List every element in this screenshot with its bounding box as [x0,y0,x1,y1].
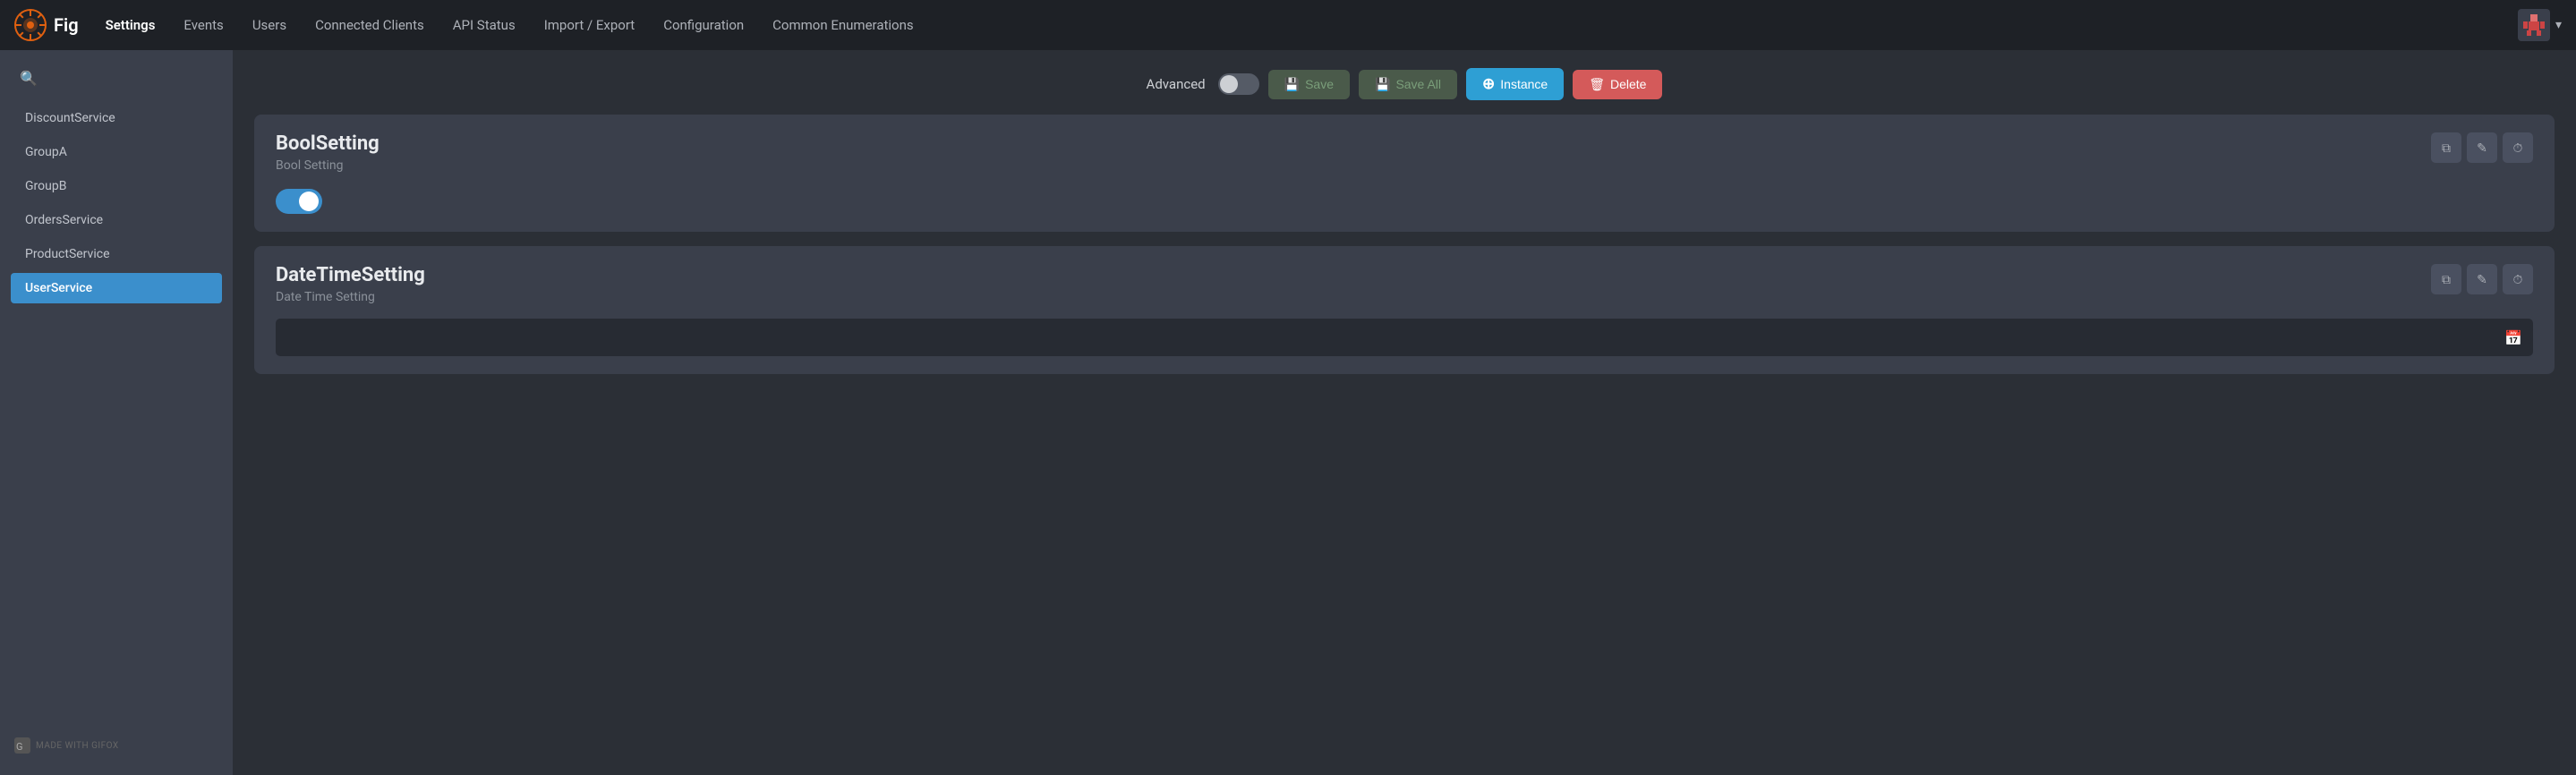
datetime-setting-copy-btn[interactable]: ⧉ [2431,264,2461,294]
advanced-toggle[interactable] [1218,73,1259,95]
bool-setting-edit-btn[interactable]: ✎ [2467,132,2497,163]
save-all-icon: 💾 [1375,77,1390,92]
app-layout: 🔍 DiscountService GroupA GroupB OrdersSe… [0,50,2576,775]
main-content: Advanced 💾 Save 💾 Save All ⊕ Instance 🗑 [233,50,2576,775]
copy-icon: ⧉ [2442,141,2451,156]
nav-item-users[interactable]: Users [240,10,299,40]
datetime-setting-card: DateTimeSetting Date Time Setting ⧉ ✎ ⏱ [254,246,2555,374]
sidebar-item-ordersservice[interactable]: OrdersService [11,205,222,235]
bool-setting-title: BoolSetting [276,132,380,155]
history-icon: ⏱ [2513,141,2523,156]
nav-item-common-enumerations[interactable]: Common Enumerations [760,10,925,40]
sidebar-item-discountservice[interactable]: DiscountService [11,103,222,133]
datetime-setting-title: DateTimeSetting [276,264,425,286]
nav-item-configuration[interactable]: Configuration [651,10,756,40]
delete-label: Delete [1610,77,1646,91]
instance-button[interactable]: ⊕ Instance [1466,68,1564,100]
edit-icon-2: ✎ [2477,272,2487,287]
datetime-setting-edit-btn[interactable]: ✎ [2467,264,2497,294]
bool-value-toggle[interactable] [276,189,322,214]
calendar-icon: 📅 [2504,329,2522,346]
datetime-setting-info: DateTimeSetting Date Time Setting [276,264,425,304]
search-bar[interactable]: 🔍 [11,64,222,92]
bool-setting-subtitle: Bool Setting [276,158,380,173]
save-label: Save [1305,77,1334,91]
logo-text: Fig [54,14,79,36]
sidebar-footer-label: Made with Gifox [36,741,119,751]
instance-label: Instance [1500,77,1548,91]
sidebar-item-groupb[interactable]: GroupB [11,171,222,201]
bool-setting-history-btn[interactable]: ⏱ [2503,132,2533,163]
bool-setting-card: BoolSetting Bool Setting ⧉ ✎ ⏱ [254,115,2555,232]
datetime-setting-subtitle: Date Time Setting [276,290,425,304]
nav-item-settings[interactable]: Settings [93,10,168,40]
sidebar-item-groupa[interactable]: GroupA [11,137,222,167]
sidebar-item-productservice[interactable]: ProductService [11,239,222,269]
avatar[interactable] [2518,9,2550,41]
navbar: Fig Settings Events Users Connected Clie… [0,0,2576,50]
copy-icon-2: ⧉ [2442,272,2451,287]
save-button[interactable]: 💾 Save [1268,70,1350,99]
nav-item-events[interactable]: Events [171,10,235,40]
datetime-setting-card-header: DateTimeSetting Date Time Setting ⧉ ✎ ⏱ [276,264,2533,304]
nav-item-connected-clients[interactable]: Connected Clients [303,10,437,40]
nav-item-api-status[interactable]: API Status [440,10,528,40]
navbar-right: ▾ [2518,9,2562,41]
sidebar: 🔍 DiscountService GroupA GroupB OrdersSe… [0,50,233,775]
svg-text:G: G [16,741,23,753]
bool-setting-info: BoolSetting Bool Setting [276,132,380,173]
nav-item-import-export[interactable]: Import / Export [532,10,648,40]
app-logo[interactable]: Fig [14,9,79,41]
datetime-setting-history-btn[interactable]: ⏱ [2503,264,2533,294]
bool-toggle-knob [299,192,319,211]
delete-icon: 🗑 [1589,77,1605,92]
search-icon: 🔍 [20,70,38,87]
edit-icon: ✎ [2477,141,2487,156]
save-icon: 💾 [1284,77,1300,92]
delete-button[interactable]: 🗑 Delete [1573,70,1662,99]
sidebar-footer: G Made with Gifox [11,730,222,761]
history-icon-2: ⏱ [2513,272,2523,287]
sidebar-item-userservice[interactable]: UserService [11,273,222,303]
save-all-label: Save All [1395,77,1441,91]
avatar-icon [2518,9,2550,41]
instance-plus-icon: ⊕ [1482,75,1495,93]
bool-setting-actions: ⧉ ✎ ⏱ [2431,132,2533,163]
bool-setting-copy-btn[interactable]: ⧉ [2431,132,2461,163]
save-all-button[interactable]: 💾 Save All [1359,70,1457,99]
datetime-setting-actions: ⧉ ✎ ⏱ [2431,264,2533,294]
bool-setting-card-header: BoolSetting Bool Setting ⧉ ✎ ⏱ [276,132,2533,173]
gifox-icon: G [14,737,30,754]
advanced-label: Advanced [1147,76,1206,92]
toolbar: Advanced 💾 Save 💾 Save All ⊕ Instance 🗑 [254,68,2555,100]
user-menu-chevron[interactable]: ▾ [2555,18,2562,32]
fig-logo-icon [14,9,47,41]
datetime-input-wrap: 📅 [276,319,2533,356]
